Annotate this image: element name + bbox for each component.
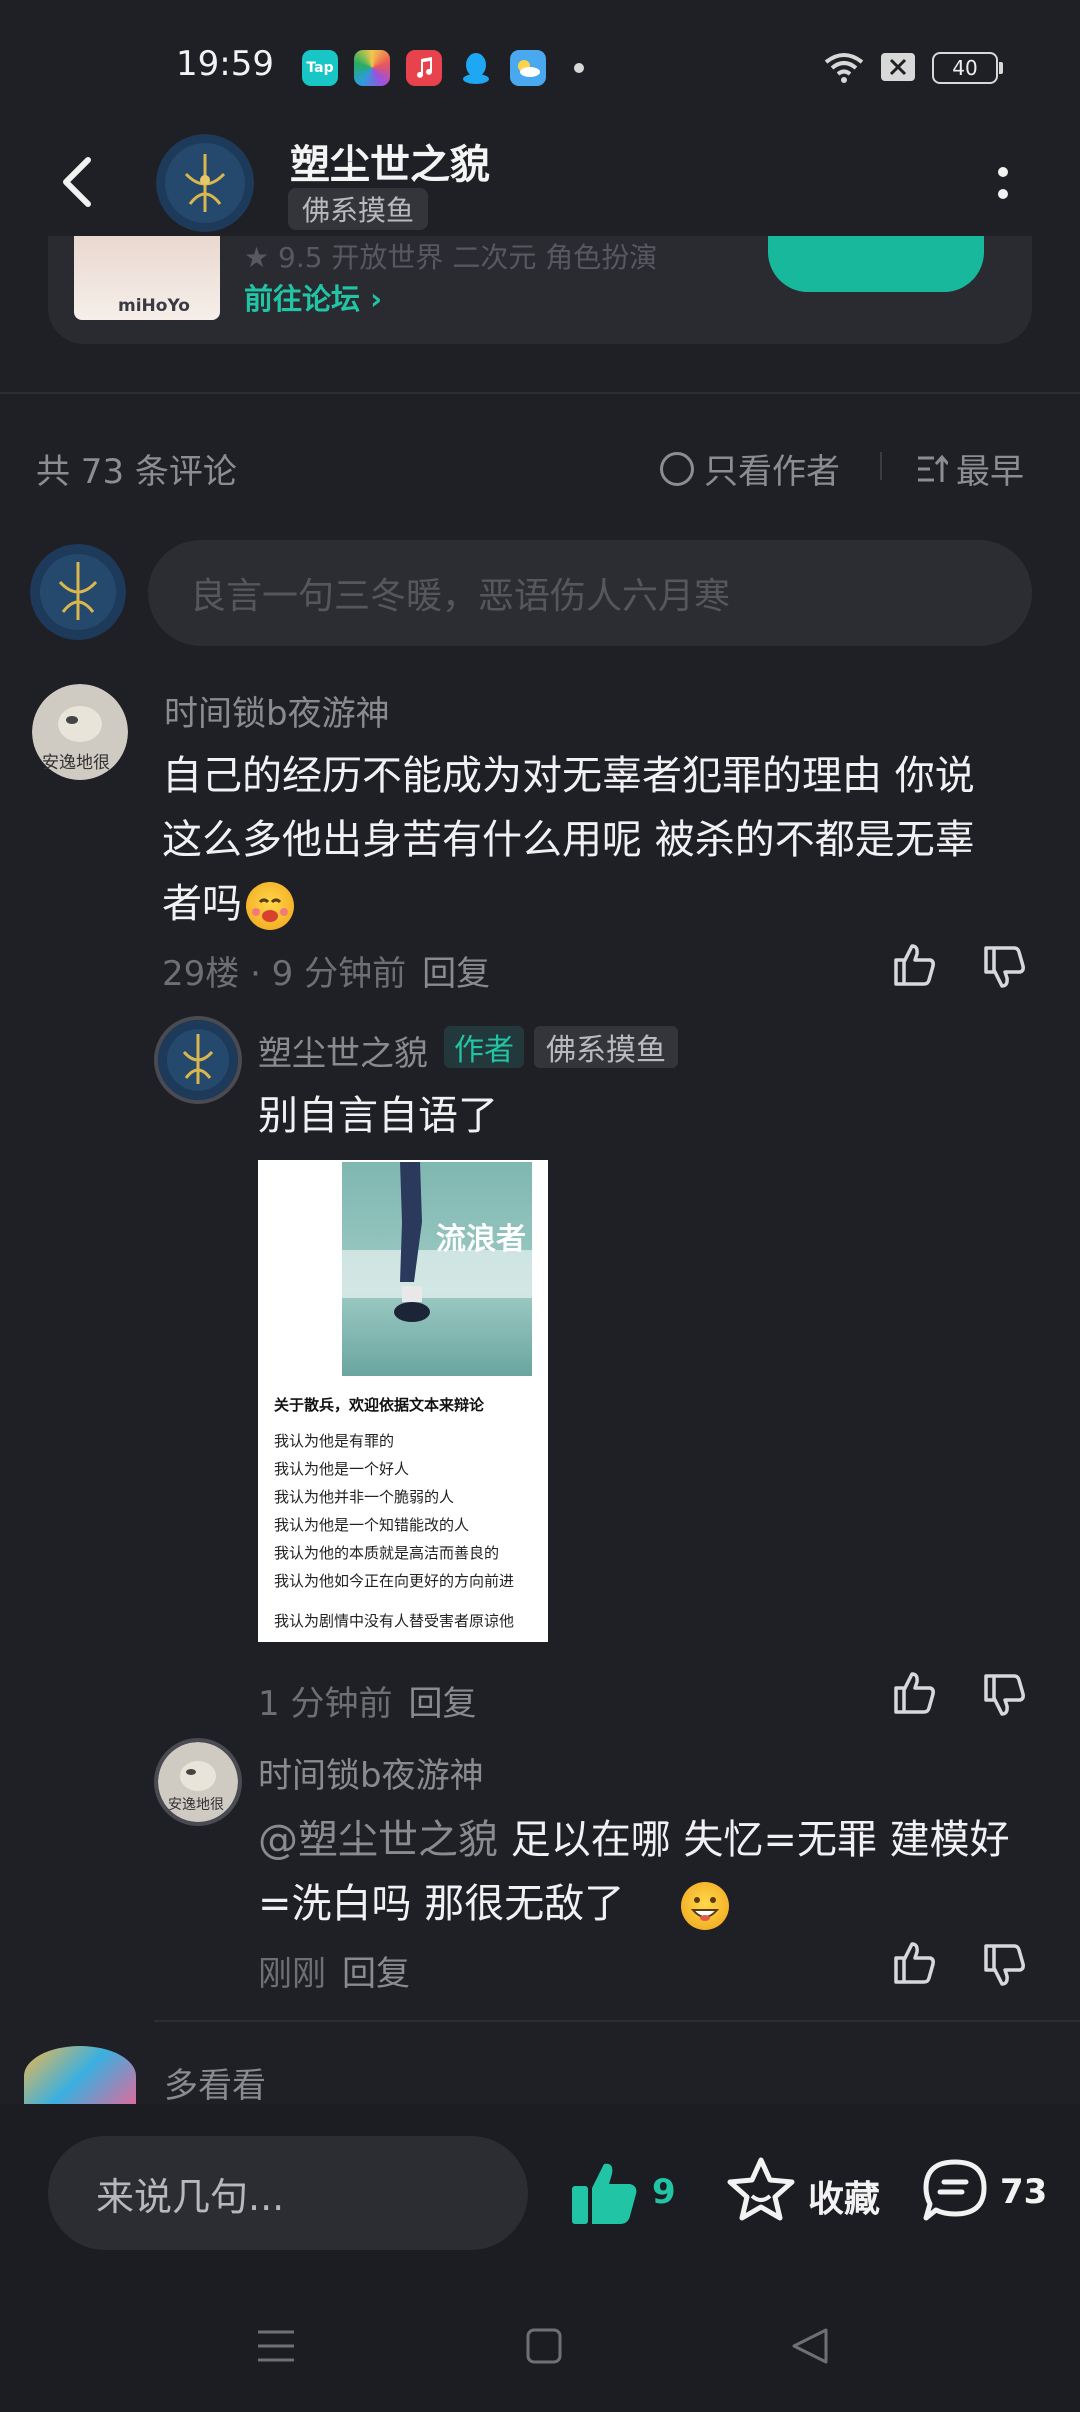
comment-input[interactable]: 良言一句三冬暖，恶语伤人六月寒 (148, 540, 1032, 646)
separator (880, 452, 882, 480)
comment-text-line: 者吗 (162, 881, 242, 927)
back-arrow-icon[interactable] (56, 154, 100, 210)
user-tag-badge: 佛系摸鱼 (534, 1026, 678, 1068)
favorite-label[interactable]: 收藏 (808, 2170, 880, 2222)
comment-count: 共 73 条评论 (36, 452, 237, 492)
comment-text-line: 这么多他出身苦有什么用呢 被杀的不都是无辜 (162, 817, 975, 863)
reply-text-line: =洗白吗 那很无敌了 (258, 1881, 625, 1927)
reply-meta: 1 分钟前 回复 (258, 1676, 476, 1725)
reply-username[interactable]: 塑尘世之貌 (258, 1026, 428, 1075)
reply-username[interactable]: 时间锁b夜游神 (258, 1748, 484, 1797)
more-label[interactable]: 多看看 (164, 2058, 266, 2107)
reply-button[interactable]: 回复 (408, 1684, 476, 1724)
image-heading: 关于散兵，欢迎依据文本来辩论 (274, 1396, 485, 1414)
photos-app-icon (354, 50, 390, 86)
sort-label: 最早 (956, 452, 1024, 492)
more-avatar[interactable] (24, 2046, 136, 2106)
image-line: 我认为剧情中没有人替受害者原谅他 (274, 1612, 515, 1630)
notification-dot (574, 63, 584, 73)
thumbs-up-icon[interactable] (890, 1668, 938, 1716)
avatar-caption: 安逸地很 (168, 1797, 224, 1813)
reply-text: 别自言自语了 (258, 1093, 498, 1139)
image-line: 我认为他是有罪的 (274, 1432, 395, 1450)
thumbs-down-icon[interactable] (980, 1942, 1028, 1990)
play-button[interactable] (768, 236, 984, 292)
game-meta-text: ★ 9.5 开放世界 二次元 角色扮演 (244, 241, 658, 274)
image-line: 我认为他是一个知错能改的人 (274, 1516, 470, 1534)
qq-icon (458, 50, 494, 86)
thumbs-down-icon[interactable] (980, 944, 1028, 992)
author-badge: 作者 (444, 1026, 524, 1068)
grin-emoji-icon (681, 1882, 730, 1930)
star-icon[interactable] (726, 2156, 796, 2222)
like-count: 9 (652, 2172, 676, 2212)
comment-meta: 29楼 · 9 分钟前 回复 (162, 946, 490, 995)
emoji-icon (246, 882, 294, 930)
author-tag: 佛系摸鱼 (288, 188, 429, 230)
reply-time: 刚刚 (258, 1954, 326, 1994)
image-line: 我认为他是一个好人 (274, 1460, 410, 1478)
more-options-icon[interactable] (994, 164, 1012, 208)
image-line: 我认为他如今正在向更好的方向前进 (274, 1572, 515, 1590)
music-app-icon (406, 50, 442, 86)
avatar-caption: 安逸地很 (42, 753, 110, 773)
publisher-logo: miHoYo (118, 296, 190, 316)
battery-indicator: 40 (932, 52, 998, 84)
sort-toggle[interactable]: 最早 (916, 444, 1024, 493)
wifi-icon (822, 50, 866, 84)
mention-link[interactable]: @塑尘世之貌 (258, 1817, 498, 1863)
reply-text-line: @塑尘世之貌 足以在哪 失忆=无罪 建模好 (258, 1808, 1010, 1872)
more-divider (154, 2020, 1080, 2022)
my-avatar (30, 544, 126, 640)
comment-total: 73 (1000, 2172, 1048, 2212)
thumbs-up-icon[interactable] (890, 940, 938, 988)
image-line: 我认为他并非一个脆弱的人 (274, 1488, 455, 1506)
only-author-toggle[interactable]: 只看作者 (660, 444, 840, 493)
reply-meta: 刚刚 回复 (258, 1946, 410, 1995)
weather-app-icon (510, 50, 546, 86)
comment-username[interactable]: 时间锁b夜游神 (164, 686, 390, 735)
author-avatar[interactable] (156, 134, 254, 232)
back-nav-icon[interactable] (790, 2326, 830, 2366)
image-line: 我认为他的本质就是高洁而善良的 (274, 1544, 500, 1562)
reply-avatar[interactable] (154, 1016, 242, 1104)
only-author-label: 只看作者 (704, 452, 840, 492)
thumbs-up-icon[interactable] (890, 1938, 938, 1986)
floor-time: 29楼 · 9 分钟前 (162, 954, 407, 994)
comment-text-line: 自己的经历不能成为对无辜者犯罪的理由 你说 (162, 753, 975, 799)
forum-link[interactable]: 前往论坛 › (244, 276, 382, 318)
thumbs-down-icon[interactable] (980, 1672, 1028, 1720)
menu-nav-icon[interactable] (256, 2328, 296, 2364)
section-divider (0, 392, 1080, 394)
like-icon[interactable] (570, 2160, 640, 2226)
no-sim-icon (880, 52, 916, 82)
reply-time: 1 分钟前 (258, 1684, 393, 1724)
home-nav-icon[interactable] (526, 2328, 562, 2364)
page-title: 塑尘世之貌 (290, 142, 490, 188)
battery-tip (999, 62, 1003, 74)
radio-circle-icon (660, 451, 694, 486)
sort-icon (916, 454, 948, 484)
taptap-icon: Tap (302, 50, 338, 86)
status-time: 19:59 (176, 44, 274, 84)
reply-button[interactable]: 回复 (422, 954, 490, 994)
reply-button[interactable]: 回复 (342, 1954, 410, 1994)
poster-title: 流浪者 (436, 1222, 526, 1257)
reply-text: 足以在哪 失忆=无罪 建模好 (498, 1817, 1010, 1863)
bottom-comment-input[interactable]: 来说几句... (48, 2136, 528, 2250)
comment-bubble-icon[interactable] (920, 2158, 990, 2222)
